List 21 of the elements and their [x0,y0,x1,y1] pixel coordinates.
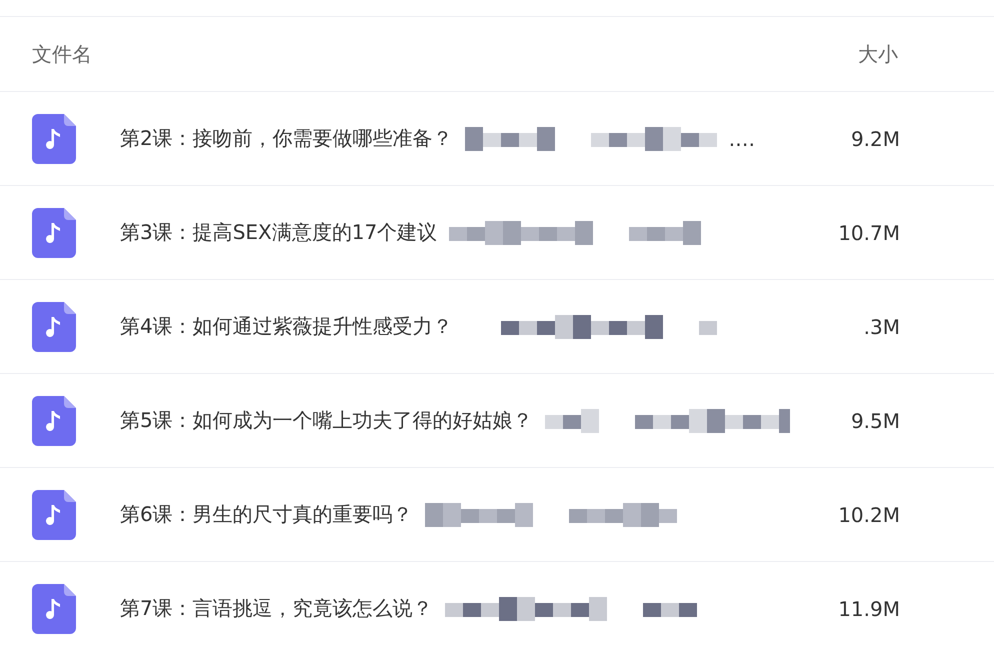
music-file-icon [32,302,76,352]
music-file-icon [32,396,76,446]
music-file-icon [32,490,76,540]
music-file-icon [32,114,76,164]
column-header: 文件名 [32,40,92,68]
file-name[interactable]: 第6课：男生的尺寸真的重要吗？ [120,501,413,528]
file-size: 10.7M [838,220,900,244]
ellipsis-text: .… [728,126,756,150]
file-size: 9.5M [850,408,900,432]
file-name[interactable]: 第7课：言语挑逗，究竟该怎么说？ [120,595,433,622]
file-size: 9.2M [850,126,900,150]
music-file-icon [32,584,76,634]
file-size: 11.9M [838,596,900,620]
file-name[interactable]: 第5课：如何成为一个嘴上功夫了得的好姑娘？ [120,407,533,434]
file-name[interactable]: 第4课：如何通过紫薇提升性感受力？ [120,313,453,340]
file-size: 10.2M [838,502,900,526]
file-size: .3M [864,314,900,338]
music-file-icon [32,208,76,258]
file-name[interactable]: 第2课：接吻前，你需要做哪些准备？ [120,125,453,152]
column-header: 大小 [858,40,898,68]
file-name[interactable]: 第3课：提高SEX满意度的17个建议 [120,219,438,246]
